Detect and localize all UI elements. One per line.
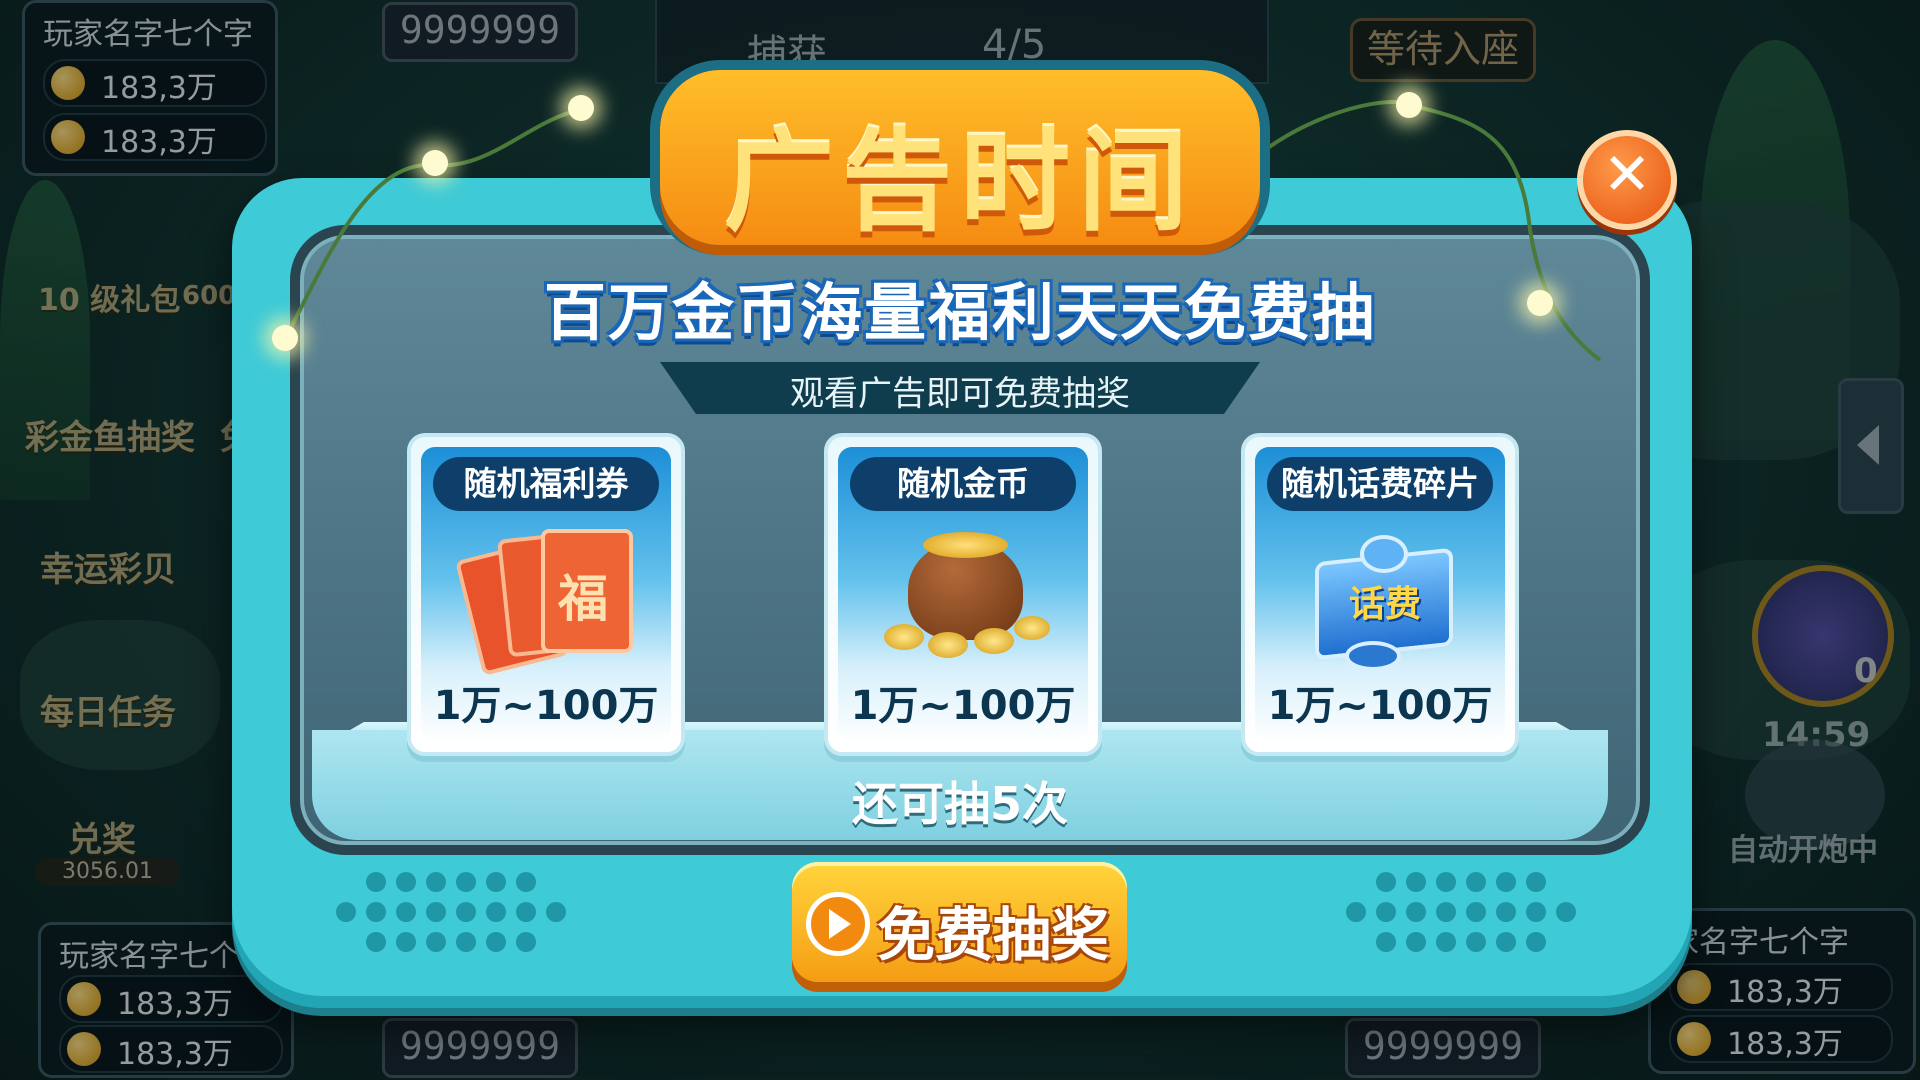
remaining-draws: 还可抽5次 — [851, 777, 1068, 831]
reward-card-coupon: 随机福利券 福 1万~100万 — [407, 433, 685, 756]
card-title: 随机福利券 — [433, 457, 659, 511]
reward-card-phone-fragment: 随机话费碎片 话费 1万~100万 — [1241, 433, 1519, 756]
coupon-icon-text: 福 — [558, 570, 608, 628]
hint-text: 观看广告即可免费抽奖 — [790, 374, 1130, 414]
reward-card-coins: 随机金币 1万~100万 — [824, 433, 1102, 756]
puzzle-icon: 话费 — [1305, 535, 1460, 671]
light-bulb-icon — [272, 325, 298, 351]
card-value: 1万~100万 — [850, 683, 1076, 729]
card-value: 1万~100万 — [433, 683, 659, 729]
close-icon: ✕ — [1602, 140, 1652, 208]
light-bulb-icon — [422, 150, 448, 176]
light-bulb-icon — [1527, 290, 1553, 316]
free-draw-button[interactable]: 免费抽奖 — [792, 862, 1127, 982]
modal-subtitle: 百万金币海量福利天天免费抽 — [543, 276, 1376, 349]
light-bulb-icon — [1396, 92, 1422, 118]
light-bulb-icon — [568, 95, 594, 121]
card-title: 随机话费碎片 — [1267, 457, 1493, 511]
card-title: 随机金币 — [850, 457, 1076, 511]
puzzle-icon-text: 话费 — [1348, 584, 1421, 625]
card-value: 1万~100万 — [1267, 683, 1493, 729]
close-button[interactable]: ✕ — [1577, 130, 1677, 230]
free-draw-label: 免费抽奖 — [877, 901, 1110, 969]
coupon-icon: 福 — [455, 529, 633, 676]
modal-title: 广告时间 — [724, 118, 1196, 246]
coin-bag-icon — [878, 532, 1053, 662]
play-icon — [806, 892, 870, 956]
